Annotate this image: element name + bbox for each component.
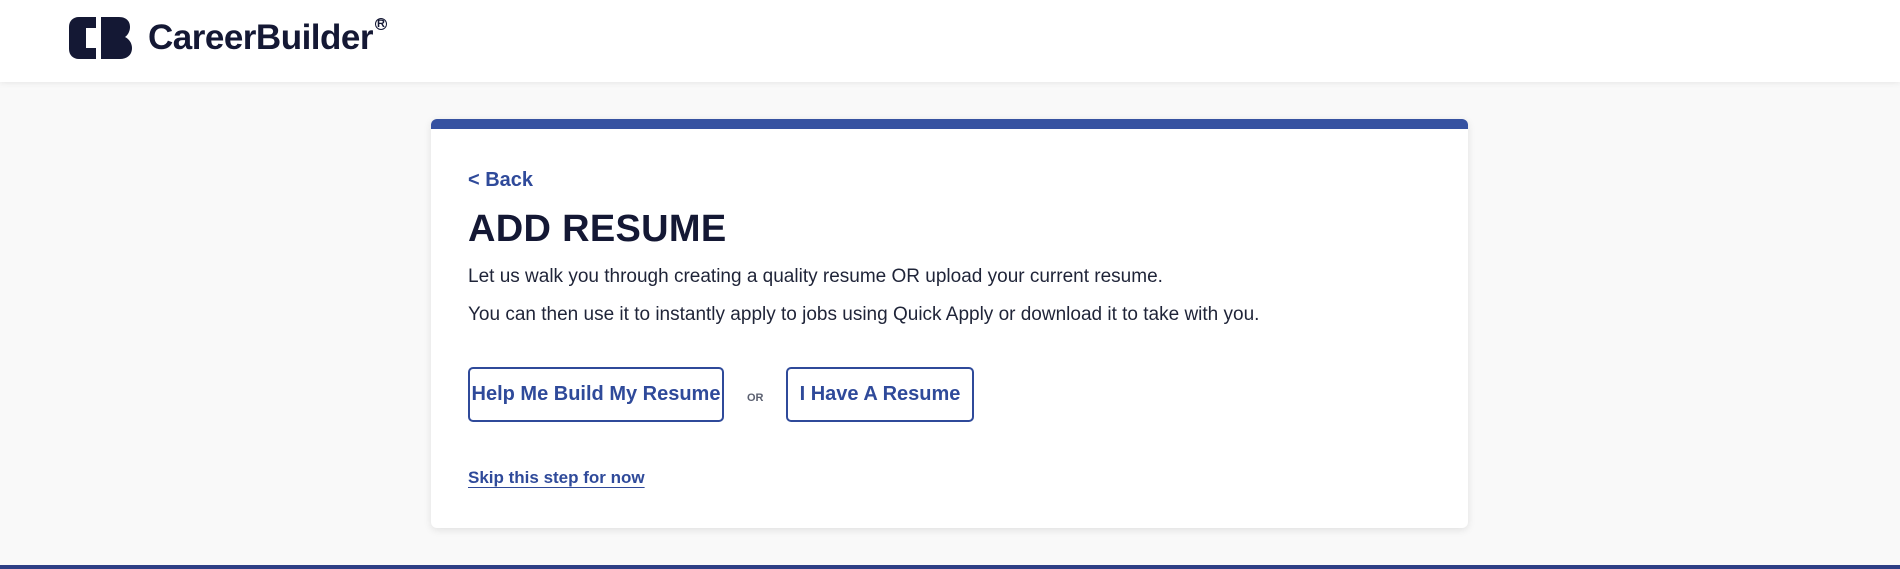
or-separator: OR xyxy=(747,392,764,404)
careerbuilder-logo[interactable]: CareerBuilder R xyxy=(69,17,387,59)
description-line-1: Let us walk you through creating a quali… xyxy=(468,266,1163,287)
site-header: CareerBuilder R xyxy=(0,0,1900,82)
page-title: ADD RESUME xyxy=(468,208,727,250)
skip-step-link[interactable]: Skip this step for now xyxy=(468,468,645,488)
add-resume-card: < Back ADD RESUME Let us walk you throug… xyxy=(431,119,1468,528)
description-line-2: You can then use it to instantly apply t… xyxy=(468,304,1260,325)
build-resume-button[interactable]: Help Me Build My Resume xyxy=(468,367,724,422)
card-accent-bar xyxy=(431,119,1468,129)
careerbuilder-cb-icon xyxy=(69,17,132,59)
back-link[interactable]: < Back xyxy=(468,169,533,192)
brand-name: CareerBuilder xyxy=(148,18,373,57)
have-resume-button[interactable]: I Have A Resume xyxy=(786,367,974,422)
registered-trademark-icon: R xyxy=(374,18,387,30)
footer-accent-bar xyxy=(0,565,1900,569)
